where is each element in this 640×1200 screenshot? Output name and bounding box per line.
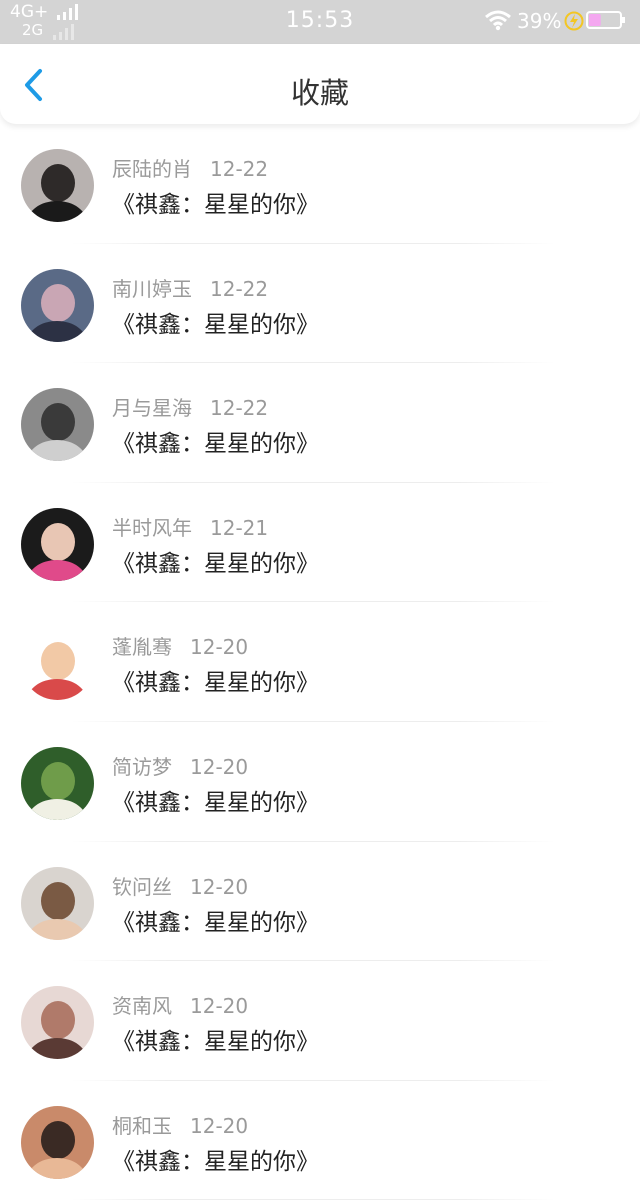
list-item[interactable]: 月与星海 12-22 《祺鑫：星星的你》 xyxy=(0,363,640,483)
avatar-image xyxy=(21,627,94,701)
nav-header: 收藏 xyxy=(0,44,640,124)
avatar[interactable] xyxy=(21,866,94,940)
book-title[interactable]: 《祺鑫：星星的你》 xyxy=(112,544,319,578)
avatar[interactable] xyxy=(21,388,94,462)
avatar-image xyxy=(21,746,94,820)
status-bar: 4G+ 2G 15:53 39% xyxy=(0,0,640,44)
user-name: 月与星海 xyxy=(112,396,192,421)
avatar-image xyxy=(21,1105,94,1179)
list-item[interactable]: 钦问丝 12-20 《祺鑫：星星的你》 xyxy=(0,842,640,962)
avatar[interactable] xyxy=(21,507,94,581)
list-item[interactable]: 蓬胤骞 12-20 《祺鑫：星星的你》 xyxy=(0,602,640,722)
user-name: 资南风 xyxy=(112,994,172,1019)
user-name: 钦问丝 xyxy=(112,874,172,899)
item-meta: 南川婷玉 12-22 xyxy=(112,273,268,302)
avatar-image xyxy=(21,866,94,940)
item-meta: 钦问丝 12-20 xyxy=(112,871,248,900)
item-date: 12-20 xyxy=(190,874,249,899)
book-title[interactable]: 《祺鑫：星星的你》 xyxy=(112,783,319,817)
book-title[interactable]: 《祺鑫：星星的你》 xyxy=(112,1142,319,1176)
item-meta: 半时风年 12-21 xyxy=(112,512,268,541)
avatar-image xyxy=(21,507,94,581)
user-name: 半时风年 xyxy=(112,515,192,540)
favorites-list: 辰陆的肖 12-22 《祺鑫：星星的你》 南川婷玉 12-22 《祺鑫：星星的你》 月与星海… xyxy=(0,124,640,1200)
avatar[interactable] xyxy=(21,627,94,701)
item-date: 12-22 xyxy=(210,396,269,421)
avatar-image xyxy=(21,388,94,462)
battery-percent: 39% xyxy=(517,9,562,33)
book-title[interactable]: 《祺鑫：星星的你》 xyxy=(112,663,319,697)
item-meta: 蓬胤骞 12-20 xyxy=(112,631,248,660)
page-title: 收藏 xyxy=(290,76,349,110)
avatar[interactable] xyxy=(21,149,94,222)
avatar[interactable] xyxy=(21,268,94,342)
item-meta: 月与星海 12-22 xyxy=(112,392,268,421)
wifi-icon xyxy=(485,10,511,31)
user-name: 南川婷玉 xyxy=(112,276,192,301)
book-title[interactable]: 《祺鑫：星星的你》 xyxy=(112,185,319,219)
book-title[interactable]: 《祺鑫：星星的你》 xyxy=(112,305,319,339)
list-item[interactable]: 半时风年 12-21 《祺鑫：星星的你》 xyxy=(0,483,640,603)
list-item[interactable]: 资南风 12-20 《祺鑫：星星的你》 xyxy=(0,961,640,1081)
avatar[interactable] xyxy=(21,1105,94,1179)
item-date: 12-22 xyxy=(210,157,269,181)
charging-bolt-icon xyxy=(564,11,584,31)
item-meta: 辰陆的肖 12-22 xyxy=(112,153,268,182)
item-meta: 桐和玉 12-20 xyxy=(112,1110,248,1139)
list-item[interactable]: 简访梦 12-20 《祺鑫：星星的你》 xyxy=(0,722,640,842)
avatar-image xyxy=(21,149,94,222)
item-date: 12-21 xyxy=(210,515,269,540)
book-title[interactable]: 《祺鑫：星星的你》 xyxy=(112,424,319,458)
item-date: 12-20 xyxy=(190,994,249,1019)
item-date: 12-20 xyxy=(190,635,249,660)
item-date: 12-20 xyxy=(190,754,249,779)
user-name: 蓬胤骞 xyxy=(112,635,172,660)
item-date: 12-20 xyxy=(190,1113,249,1138)
avatar-image xyxy=(21,268,94,342)
user-name: 辰陆的肖 xyxy=(112,157,192,181)
list-item[interactable]: 南川婷玉 12-22 《祺鑫：星星的你》 xyxy=(0,244,640,364)
book-title[interactable]: 《祺鑫：星星的你》 xyxy=(112,1022,319,1056)
list-item[interactable]: 桐和玉 12-20 《祺鑫：星星的你》 xyxy=(0,1081,640,1200)
avatar[interactable] xyxy=(21,746,94,820)
user-name: 简访梦 xyxy=(112,754,172,779)
item-meta: 资南风 12-20 xyxy=(112,990,248,1019)
item-date: 12-22 xyxy=(210,276,269,301)
book-title[interactable]: 《祺鑫：星星的你》 xyxy=(112,903,319,937)
user-name: 桐和玉 xyxy=(112,1113,172,1138)
item-meta: 简访梦 12-20 xyxy=(112,751,248,780)
battery-icon xyxy=(586,11,625,29)
avatar[interactable] xyxy=(21,986,94,1060)
list-item[interactable]: 辰陆的肖 12-22 《祺鑫：星星的你》 xyxy=(0,124,640,244)
avatar-image xyxy=(21,986,94,1060)
